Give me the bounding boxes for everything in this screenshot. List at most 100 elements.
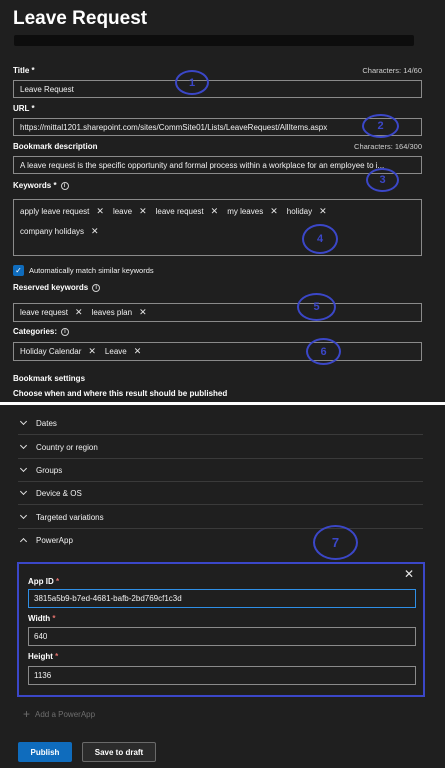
bookmark-editor-panel: Leave Request Title * Characters: 14/60 …: [0, 0, 445, 402]
section-targeted-variations[interactable]: Targeted variations: [18, 506, 423, 529]
description-char-counter: Characters: 164/300: [354, 142, 422, 151]
keyword-tag-label: apply leave request: [20, 207, 90, 216]
section-label: Targeted variations: [36, 512, 104, 522]
keyword-tag: my leaves ✕: [227, 206, 278, 217]
annotation-marker: 7: [313, 525, 358, 560]
remove-tag-icon[interactable]: ✕: [211, 206, 219, 217]
section-device-os[interactable]: Device & OS: [18, 482, 423, 505]
reserved-keywords-input[interactable]: leave request ✕ leaves plan ✕: [13, 303, 422, 322]
title-input-value: Leave Request: [20, 84, 74, 94]
height-label-text: Height: [28, 652, 53, 661]
app-id-value: 3815a5b9-b7ed-4681-bafb-2bd769cf1c3d: [34, 594, 182, 603]
width-label: Width *: [28, 614, 56, 623]
bookmark-settings-heading: Bookmark settings: [13, 374, 86, 383]
section-country-region[interactable]: Country or region: [18, 436, 423, 459]
app-id-input[interactable]: 3815a5b9-b7ed-4681-bafb-2bd769cf1c3d: [28, 589, 416, 608]
chevron-up-icon: [19, 537, 28, 546]
remove-tag-icon[interactable]: ✕: [75, 307, 83, 318]
auto-match-checkbox[interactable]: ✓ Automatically match similar keywords: [13, 265, 154, 276]
checkmark-icon[interactable]: ✓: [13, 265, 24, 276]
height-label: Height *: [28, 652, 58, 661]
remove-tag-icon[interactable]: ✕: [134, 346, 142, 357]
keyword-tag-label: leave request: [155, 207, 204, 216]
keywords-input[interactable]: apply leave request ✕ leave ✕ leave reques…: [13, 199, 422, 256]
keyword-tag: holiday ✕: [287, 206, 327, 217]
url-input[interactable]: https://mittal1201.sharepoint.com/sites/…: [13, 118, 422, 136]
categories-label: Categories: i: [13, 327, 70, 336]
annotation-marker: 2: [362, 114, 399, 138]
section-label: Country or region: [36, 442, 98, 452]
remove-tag-icon[interactable]: ✕: [139, 307, 147, 318]
plus-icon: +: [23, 707, 31, 721]
reserved-label-text: Reserved keywords: [13, 283, 89, 292]
remove-tag-icon[interactable]: ✕: [88, 346, 96, 357]
categories-input[interactable]: Holiday Calendar ✕ Leave ✕: [13, 342, 422, 361]
reserved-tag-label: leave request: [20, 308, 69, 317]
page-title: Leave Request: [13, 8, 148, 29]
reserved-keywords-label: Reserved keywords i: [13, 283, 101, 292]
remove-tag-icon[interactable]: ✕: [91, 226, 99, 237]
annotation-marker: 1: [175, 70, 209, 95]
chevron-down-icon: [19, 464, 28, 473]
publish-button[interactable]: Publish: [18, 742, 72, 762]
info-icon[interactable]: i: [92, 283, 101, 292]
section-label: Device & OS: [36, 488, 82, 498]
width-input[interactable]: 640: [28, 627, 416, 646]
url-input-value: https://mittal1201.sharepoint.com/sites/…: [20, 122, 328, 132]
remove-tag-icon[interactable]: ✕: [96, 206, 104, 217]
app-id-label: App ID *: [28, 577, 59, 586]
chevron-down-icon: [19, 441, 28, 450]
keyword-tag: leave request ✕: [156, 206, 219, 217]
width-label-text: Width: [28, 614, 51, 623]
category-tag-label: Holiday Calendar: [20, 347, 82, 356]
section-groups[interactable]: Groups: [18, 459, 423, 482]
keywords-label-text: Keywords *: [13, 181, 57, 190]
keyword-tag: company holidays ✕: [20, 226, 99, 237]
annotation-marker: 3: [366, 168, 399, 192]
annotation-marker: 5: [297, 293, 336, 321]
annotation-marker: 6: [306, 338, 341, 365]
reserved-tag: leave request ✕: [20, 307, 83, 318]
reserved-tag: leaves plan ✕: [92, 307, 147, 318]
chevron-down-icon: [19, 417, 28, 426]
section-powerapp[interactable]: PowerApp: [18, 529, 423, 552]
redacted-bar: [14, 35, 414, 46]
remove-tag-icon[interactable]: ✕: [270, 206, 278, 217]
save-draft-button[interactable]: Save to draft: [82, 742, 156, 762]
required-asterisk: *: [56, 577, 60, 586]
chevron-down-icon: [19, 511, 28, 520]
info-icon[interactable]: i: [60, 181, 69, 190]
categories-label-text: Categories:: [13, 327, 58, 336]
close-icon[interactable]: ✕: [404, 567, 414, 581]
height-value: 1136: [34, 671, 52, 680]
section-label: Dates: [36, 418, 57, 428]
section-label: Groups: [36, 465, 63, 475]
auto-match-label: Automatically match similar keywords: [29, 266, 154, 275]
annotation-marker: 4: [302, 224, 338, 254]
remove-tag-icon[interactable]: ✕: [319, 206, 327, 217]
keyword-tag-label: company holidays: [20, 227, 85, 236]
chevron-down-icon: [19, 487, 28, 496]
title-char-counter: Characters: 14/60: [362, 66, 422, 75]
description-input[interactable]: A leave request is the specific opportun…: [13, 156, 422, 174]
keywords-label: Keywords * i: [13, 181, 69, 190]
add-powerapp-button[interactable]: + Add a PowerApp: [23, 707, 95, 721]
description-label: Bookmark description: [13, 142, 98, 151]
keyword-tag: apply leave request ✕: [20, 206, 104, 217]
keyword-tag-label: my leaves: [227, 207, 264, 216]
section-label: PowerApp: [36, 536, 73, 545]
add-powerapp-label: Add a PowerApp: [35, 709, 96, 719]
title-input[interactable]: Leave Request: [13, 80, 422, 98]
category-tag: Leave ✕: [105, 346, 141, 357]
required-asterisk: *: [55, 652, 59, 661]
height-input[interactable]: 1136: [28, 666, 416, 685]
keyword-tag-label: leave: [112, 207, 133, 216]
bookmark-settings-hint: Choose when and where this result should…: [13, 389, 228, 398]
reserved-tag-label: leaves plan: [91, 308, 133, 317]
section-dates[interactable]: Dates: [18, 412, 423, 435]
remove-tag-icon[interactable]: ✕: [139, 206, 147, 217]
category-tag: Holiday Calendar ✕: [20, 346, 96, 357]
category-tag-label: Leave: [104, 347, 127, 356]
info-icon[interactable]: i: [61, 327, 70, 336]
url-label: URL *: [13, 104, 35, 113]
